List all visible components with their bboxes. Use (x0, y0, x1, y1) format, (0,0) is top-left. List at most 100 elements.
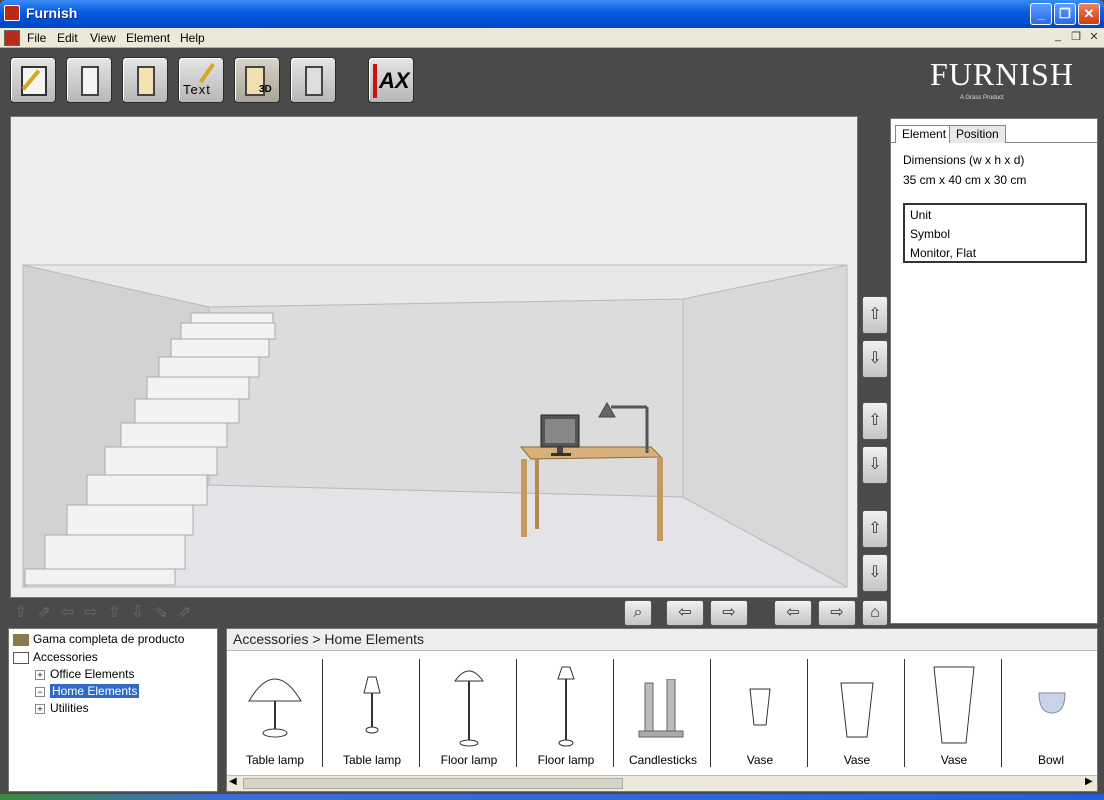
maximize-button[interactable]: ❐ (1054, 3, 1076, 25)
document-icon[interactable] (4, 30, 20, 46)
catalog-scrollbar[interactable]: ◀ ▶ (227, 775, 1097, 791)
catalog-item[interactable]: Table lamp (324, 659, 420, 767)
tab-position[interactable]: Position (949, 125, 1006, 143)
catalog-item[interactable]: Vase (712, 659, 808, 767)
menu-file[interactable]: File (27, 31, 46, 45)
rotate-right-button[interactable]: ⇨ (818, 600, 856, 626)
catalog-item[interactable]: Table lamp (227, 659, 323, 767)
bowl-icon (1038, 692, 1066, 714)
raise-button[interactable]: ⇧ (862, 510, 888, 548)
catalog-panel: Accessories > Home Elements Table lamp T… (226, 628, 1098, 792)
zoom-button[interactable]: ⌕ (624, 600, 652, 626)
magnifier-icon: ⌕ (633, 604, 643, 621)
arrow-down-icon: ⇩ (868, 456, 882, 473)
pen-icon (199, 62, 215, 84)
pencil-icon (21, 66, 47, 96)
open-book-icon (13, 651, 29, 664)
home-view-button[interactable]: ⌂ (862, 600, 888, 626)
minimize-button[interactable]: _ (1030, 3, 1052, 25)
attribute-type[interactable]: Monitor, Flat (910, 244, 1080, 263)
lower-icon: ⇩ (868, 564, 882, 581)
door-icon (81, 66, 99, 96)
ax-button[interactable]: AX (368, 57, 414, 103)
catalog-item-label: Vase (940, 753, 968, 767)
catalog-item[interactable]: Floor lamp (518, 659, 614, 767)
expand-icon[interactable]: + (35, 703, 45, 714)
close-button[interactable]: ✕ (1078, 3, 1100, 25)
catalog-item-label: Vase (843, 753, 871, 767)
tree-home-elements[interactable]: − Home Elements (35, 683, 140, 699)
door-tool-button[interactable] (66, 57, 112, 103)
catalog-item[interactable]: Candlesticks (615, 659, 711, 767)
mdi-restore-icon[interactable]: ❐ (1068, 30, 1084, 46)
tree-utilities-label: Utilities (50, 701, 89, 715)
lower-button[interactable]: ⇩ (862, 554, 888, 592)
scroll-left-icon[interactable]: ◀ (229, 776, 237, 787)
vase-icon (840, 682, 874, 738)
tree-office-label: Office Elements (50, 667, 135, 681)
back-wall (208, 298, 684, 498)
taskbar (0, 794, 1104, 800)
3d-view-button[interactable]: 3D (234, 57, 280, 103)
menu-edit[interactable]: Edit (57, 31, 78, 45)
app-icon[interactable] (4, 5, 20, 21)
breadcrumb: Accessories > Home Elements (227, 629, 1097, 651)
text-tool-label: Text (183, 82, 211, 97)
rotate-arrows[interactable]: ⇧⇗⇦⇨⇧⇩⇘⇗ (14, 602, 244, 622)
rotate-left-button[interactable]: ⇦ (774, 600, 812, 626)
tree-utilities[interactable]: + Utilities (35, 700, 89, 716)
3d-label: 3D (259, 84, 272, 95)
move-down-button[interactable]: ⇩ (862, 446, 888, 484)
tab-element[interactable]: Element (895, 125, 954, 143)
tilt-up-icon: ⇧ (868, 306, 882, 323)
move-up-button[interactable]: ⇧ (862, 402, 888, 440)
tree-accessories[interactable]: Accessories (13, 649, 98, 665)
window-tool-button[interactable] (122, 57, 168, 103)
ax-bar-icon (373, 64, 377, 98)
scroll-right-icon[interactable]: ▶ (1085, 776, 1093, 787)
room-scene (22, 264, 848, 588)
arrow-up-icon: ⇧ (868, 412, 882, 429)
vase-icon (933, 666, 975, 744)
catalog-item-label: Table lamp (245, 753, 305, 767)
collapse-icon[interactable]: − (35, 686, 45, 697)
floor-lamp-icon (557, 666, 575, 747)
rotate-left-icon: ⇦ (786, 604, 800, 621)
calculator-button[interactable] (290, 57, 336, 103)
book-icon (13, 633, 29, 646)
tree-root[interactable]: Gama completa de producto (13, 631, 184, 647)
expand-icon[interactable]: + (35, 669, 45, 680)
mdi-close-icon[interactable]: ✕ (1086, 30, 1102, 46)
tree-office-elements[interactable]: + Office Elements (35, 666, 134, 682)
tree-accessories-label: Accessories (33, 650, 98, 664)
tilt-up-button[interactable]: ⇧ (862, 296, 888, 334)
catalog-item[interactable]: Floor lamp (421, 659, 517, 767)
text-tool-button[interactable]: Text (178, 57, 224, 103)
attribute-unit[interactable]: Unit (910, 206, 1080, 225)
catalog-item-label: Table lamp (342, 753, 402, 767)
catalog-item-label: Bowl (1037, 753, 1064, 767)
attributes-list[interactable]: Unit Symbol Monitor, Flat (903, 203, 1087, 263)
window-title: Furnish (26, 5, 78, 21)
catalog-item[interactable]: Vase (809, 659, 905, 767)
cabinet-icon (137, 66, 155, 96)
pan-right-button[interactable]: ⇨ (710, 600, 748, 626)
catalog-item[interactable]: Bowl (1003, 659, 1099, 767)
scroll-thumb[interactable] (243, 778, 623, 789)
menu-view[interactable]: View (90, 31, 116, 45)
tree-root-label: Gama completa de producto (33, 632, 185, 646)
menu-help[interactable]: Help (180, 31, 205, 45)
tilt-down-button[interactable]: ⇩ (862, 340, 888, 378)
mdi-minimize-icon[interactable]: _ (1050, 30, 1066, 46)
category-tree[interactable]: Gama completa de producto Accessories + O… (8, 628, 218, 792)
title-bar: Furnish _ ❐ ✕ (0, 0, 1104, 28)
rotate-right-icon: ⇨ (830, 604, 844, 621)
catalog-item[interactable]: Vase (906, 659, 1002, 767)
menu-element[interactable]: Element (126, 31, 170, 45)
attribute-symbol[interactable]: Symbol (910, 225, 1080, 244)
catalog-item-label: Candlesticks (628, 753, 698, 767)
pan-left-button[interactable]: ⇦ (666, 600, 704, 626)
room-3d-view[interactable] (10, 116, 858, 598)
draw-tool-button[interactable] (10, 57, 56, 103)
calculator-icon (305, 66, 323, 96)
